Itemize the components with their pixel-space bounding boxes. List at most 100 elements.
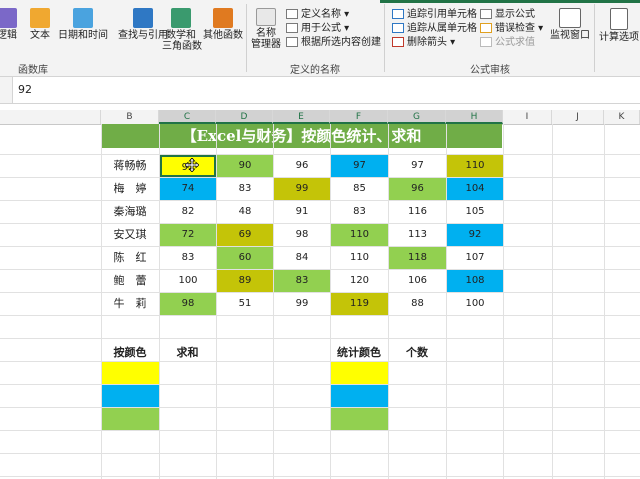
data-cell[interactable]: 69 <box>217 224 273 246</box>
column-header-K[interactable]: K <box>604 110 640 124</box>
function-button-label: 数学和 三角函数 <box>162 30 202 52</box>
sum-label[interactable]: 求和 <box>159 344 216 360</box>
column-header-I[interactable]: I <box>503 110 552 124</box>
sum-color-swatch-green[interactable] <box>102 408 159 430</box>
create-from-selection-button[interactable]: 根据所选内容创建 <box>286 36 381 50</box>
data-cell[interactable]: 85 <box>331 178 388 200</box>
data-cell[interactable]: 97 <box>331 155 388 177</box>
text-icon <box>30 8 50 28</box>
data-cell[interactable]: 96 <box>274 155 330 177</box>
data-cell[interactable]: 100 <box>160 270 216 292</box>
audit-column-1: 追踪引用单元格 追踪从属单元格 删除箭头 ▾ <box>392 8 477 50</box>
evaluate-formula-icon <box>480 37 492 47</box>
data-cell[interactable]: 118 <box>389 247 446 269</box>
data-cell[interactable]: 51 <box>217 293 273 315</box>
data-cell[interactable]: 98 <box>274 224 330 246</box>
data-cell[interactable]: 72 <box>160 224 216 246</box>
show-formulas-button[interactable]: 显示公式 <box>480 8 543 22</box>
watch-window-button[interactable]: 监视窗口 <box>548 8 592 41</box>
column-header-H[interactable]: H <box>446 110 503 124</box>
function-button-1[interactable]: 文本 <box>28 8 52 41</box>
function-button-label: 逻辑 <box>0 30 17 41</box>
function-button-4[interactable]: 数学和 三角函数 <box>162 8 202 52</box>
data-cell[interactable]: 107 <box>447 247 503 269</box>
data-cell[interactable]: 116 <box>389 201 446 223</box>
row-name[interactable]: 安又琪 <box>101 223 159 246</box>
use-in-formula-button[interactable]: 用于公式 ▾ <box>286 22 381 36</box>
worksheet-grid[interactable]: 【Excel与财务】按颜色统计、求和 按颜色 求和 统计颜色 个数 蒋畅畅 92 9… <box>0 124 640 479</box>
by-color-label[interactable]: 按颜色 <box>101 344 159 360</box>
data-cell[interactable]: 48 <box>217 201 273 223</box>
data-cell[interactable]: 104 <box>447 178 503 200</box>
data-cell[interactable]: 113 <box>389 224 446 246</box>
column-headers: BCDEFGHIJK <box>0 110 640 125</box>
column-header-J[interactable]: J <box>552 110 604 124</box>
function-button-5[interactable]: 其他函数 <box>202 8 244 41</box>
group-label-defined-names: 定义的名称 <box>290 65 340 76</box>
function-button-3[interactable]: 查找与引用 <box>118 8 168 41</box>
data-cell[interactable]: 98 <box>160 293 216 315</box>
error-checking-button[interactable]: 错误检查 ▾ <box>480 22 543 36</box>
data-cell[interactable]: 105 <box>447 201 503 223</box>
data-cell[interactable]: 100 <box>447 293 503 315</box>
data-cell[interactable]: 110 <box>331 224 388 246</box>
data-cell[interactable]: 82 <box>160 201 216 223</box>
row-name[interactable]: 牛 莉 <box>101 292 159 315</box>
trace-precedents-button[interactable]: 追踪引用单元格 <box>392 8 477 22</box>
data-cell[interactable]: 60 <box>217 247 273 269</box>
data-cell[interactable]: 91 <box>274 201 330 223</box>
data-cell[interactable]: 74 <box>160 178 216 200</box>
grid-line-horizontal <box>0 476 640 477</box>
grid-line-horizontal <box>0 430 640 431</box>
sum-color-swatch-blue[interactable] <box>102 385 159 407</box>
count-color-label[interactable]: 统计颜色 <box>330 344 388 360</box>
evaluate-formula-button[interactable]: 公式求值 <box>480 36 543 50</box>
data-cell[interactable]: 97 <box>389 155 446 177</box>
column-header-C[interactable]: C <box>159 110 216 124</box>
data-cell[interactable]: 106 <box>389 270 446 292</box>
name-manager-button[interactable]: 名称 管理器 <box>250 8 282 50</box>
data-cell[interactable]: 92 <box>447 224 503 246</box>
column-header-E[interactable]: E <box>273 110 330 124</box>
data-cell[interactable]: 83 <box>217 178 273 200</box>
row-name[interactable]: 陈 红 <box>101 246 159 269</box>
count-color-swatch-green[interactable] <box>331 408 388 430</box>
row-name[interactable]: 秦海璐 <box>101 200 159 223</box>
remove-arrows-button[interactable]: 删除箭头 ▾ <box>392 36 477 50</box>
formula-bar[interactable]: 92 <box>0 77 640 104</box>
row-name[interactable]: 蒋畅畅 <box>101 154 159 177</box>
function-button-2[interactable]: 日期和时间 <box>58 8 108 41</box>
data-cell[interactable]: 120 <box>331 270 388 292</box>
count-label[interactable]: 个数 <box>388 344 446 360</box>
count-color-swatch-yellow[interactable] <box>331 362 388 384</box>
function-button-0[interactable]: 逻辑 <box>0 8 20 41</box>
data-cell[interactable]: 108 <box>447 270 503 292</box>
column-header-F[interactable]: F <box>330 110 388 124</box>
data-cell[interactable]: 110 <box>331 247 388 269</box>
column-header-D[interactable]: D <box>216 110 273 124</box>
data-cell[interactable]: 96 <box>389 178 446 200</box>
data-cell[interactable]: 83 <box>331 201 388 223</box>
data-cell[interactable]: 110 <box>447 155 503 177</box>
data-cell[interactable]: 83 <box>160 247 216 269</box>
data-cell[interactable]: 89 <box>217 270 273 292</box>
column-header-B[interactable]: B <box>101 110 159 124</box>
row-name[interactable]: 鲍 蕾 <box>101 269 159 292</box>
data-cell[interactable]: 99 <box>274 178 330 200</box>
data-cell[interactable]: 88 <box>389 293 446 315</box>
trace-dependents-button[interactable]: 追踪从属单元格 <box>392 22 477 36</box>
calculation-options-button[interactable]: 计算选项 <box>598 8 640 43</box>
data-cell[interactable]: 90 <box>217 155 273 177</box>
column-header-G[interactable]: G <box>388 110 446 124</box>
define-name-button[interactable]: 定义名称 ▾ <box>286 8 381 22</box>
sum-color-swatch-yellow[interactable] <box>102 362 159 384</box>
column-header-blank <box>0 110 101 124</box>
formula-bar-value[interactable]: 92 <box>18 83 32 96</box>
row-name[interactable]: 梅 婷 <box>101 177 159 200</box>
data-cell[interactable]: 83 <box>274 270 330 292</box>
data-cell[interactable]: 119 <box>331 293 388 315</box>
data-cell[interactable]: 84 <box>274 247 330 269</box>
data-cell[interactable]: 99 <box>274 293 330 315</box>
sheet-title[interactable]: 【Excel与财务】按颜色统计、求和 <box>101 124 502 148</box>
count-color-swatch-blue[interactable] <box>331 385 388 407</box>
